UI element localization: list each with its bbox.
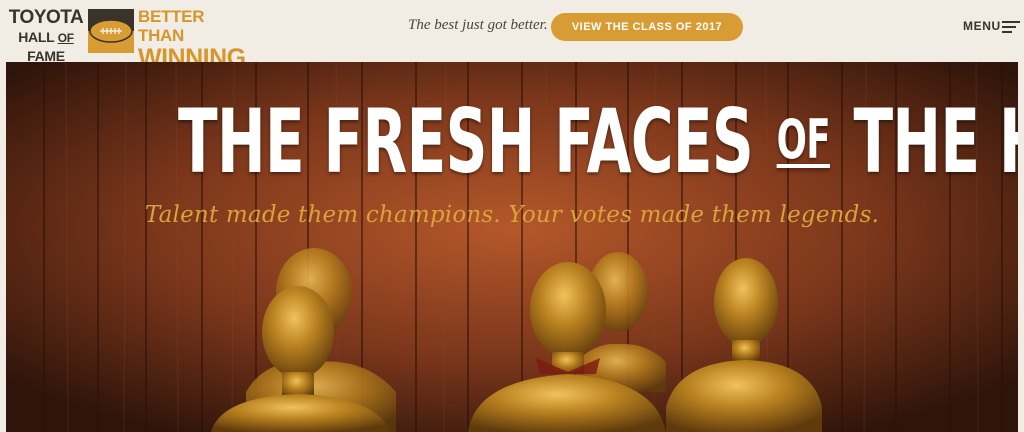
logo-line-toyota: TOYOTA xyxy=(8,7,84,28)
menu-label: MENU xyxy=(963,19,1001,33)
hero-subtitle: Talent made them champions. Your votes m… xyxy=(144,202,880,228)
logo-line-hall-of-fame: HALL OF FAME xyxy=(6,28,86,65)
site-header: TOYOTA HALL OF FAME BETTER THAN WINNING … xyxy=(0,0,1024,71)
logo-tag-better-than: BETTER THAN xyxy=(138,7,205,45)
logo-wordmark: TOYOTA HALL OF FAME xyxy=(6,7,86,65)
logo-hall: HALL xyxy=(18,29,55,45)
logo-of: OF xyxy=(57,31,74,45)
hero-title: THE FRESH FACES OF THE HALL xyxy=(178,90,1018,193)
header-tagline: The best just got better. xyxy=(408,17,548,33)
view-class-of-2017-button[interactable]: VIEW THE CLASS OF 2017 xyxy=(551,13,743,41)
hamburger-menu-icon xyxy=(1002,21,1020,33)
hero-banner: THE FRESH FACES OF THE HALL Talent made … xyxy=(6,62,1018,432)
toyota-hall-of-fame-logo[interactable]: TOYOTA HALL OF FAME BETTER THAN WINNING xyxy=(6,5,246,71)
football-logo-icon xyxy=(88,9,134,53)
hero-title-part-1: THE FRESH FACES xyxy=(178,90,754,193)
hero-title-part-2: THE HALL xyxy=(853,90,1018,193)
hero-title-of: OF xyxy=(776,108,831,171)
